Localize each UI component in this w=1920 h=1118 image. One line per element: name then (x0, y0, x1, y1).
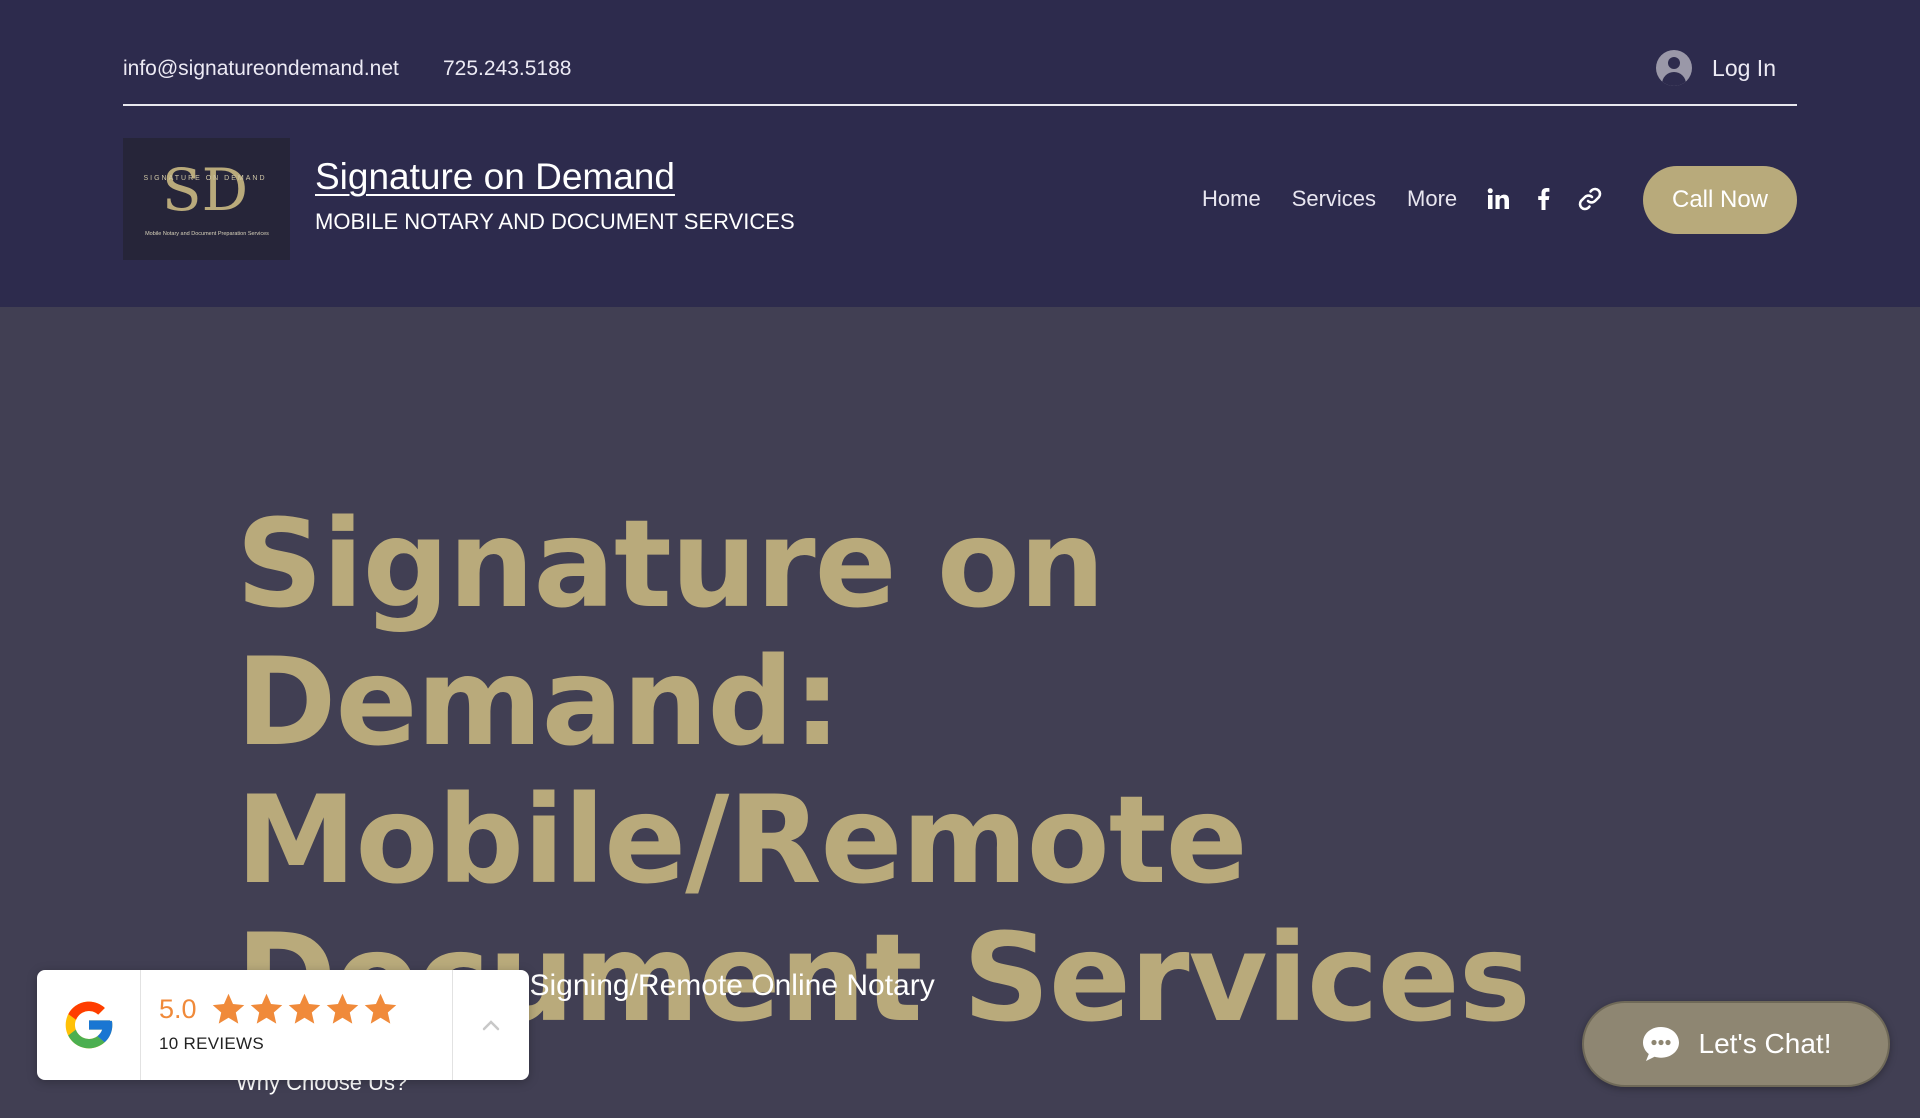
chat-bubble-icon (1642, 1027, 1679, 1061)
logo-text-bottom: Mobile Notary and Document Preparation S… (145, 231, 269, 237)
call-now-button[interactable]: Call Now (1643, 166, 1797, 234)
star-icon (364, 993, 396, 1024)
main-nav: Home Services More (1202, 186, 1457, 212)
site-logo[interactable]: SD SIGNATURE ON DEMAND Mobile Notary and… (123, 138, 290, 260)
chevron-up-icon[interactable] (453, 970, 529, 1080)
hero-title: Signature on Demand: Mobile/Remote Docum… (236, 494, 1531, 1049)
avatar-icon (1656, 50, 1693, 86)
linkedin-icon[interactable] (1484, 185, 1512, 213)
star-icon (212, 993, 244, 1024)
star-rating (211, 992, 398, 1026)
google-g-icon (37, 970, 141, 1080)
nav-item-more[interactable]: More (1407, 186, 1457, 212)
star-icon (250, 993, 282, 1024)
review-count: 10 REVIEWS (159, 1034, 265, 1053)
nav-item-home[interactable]: Home (1202, 186, 1261, 212)
login-label: Log In (1712, 54, 1776, 81)
chat-label: Let's Chat! (1698, 1028, 1832, 1059)
login-button[interactable]: Log In (1656, 50, 1776, 86)
star-icon (288, 993, 320, 1024)
logo-monogram: SD (162, 156, 248, 224)
chat-button[interactable]: Let's Chat! (1582, 1001, 1890, 1087)
google-review-widget[interactable]: 5.0 10 REVIEWS (37, 970, 529, 1080)
link-icon[interactable] (1576, 185, 1604, 213)
nav-item-services[interactable]: Services (1292, 186, 1376, 212)
logo-text-top: SIGNATURE ON DEMAND (143, 175, 266, 182)
social-links (1484, 185, 1604, 213)
star-icon (326, 993, 358, 1024)
top-bar: info@signatureondemand.net 725.243.5188 … (123, 40, 1797, 106)
review-score: 5.0 (159, 993, 197, 1024)
site-tagline: MOBILE NOTARY AND DOCUMENT SERVICES (315, 209, 795, 234)
facebook-icon[interactable] (1530, 185, 1558, 213)
site-header: info@signatureondemand.net 725.243.5188 … (0, 0, 1920, 307)
review-summary: 5.0 10 REVIEWS (141, 970, 453, 1080)
contact-email[interactable]: info@signatureondemand.net (123, 57, 399, 81)
contact-phone[interactable]: 725.243.5188 (443, 57, 571, 81)
site-title[interactable]: Signature on Demand (315, 156, 675, 198)
